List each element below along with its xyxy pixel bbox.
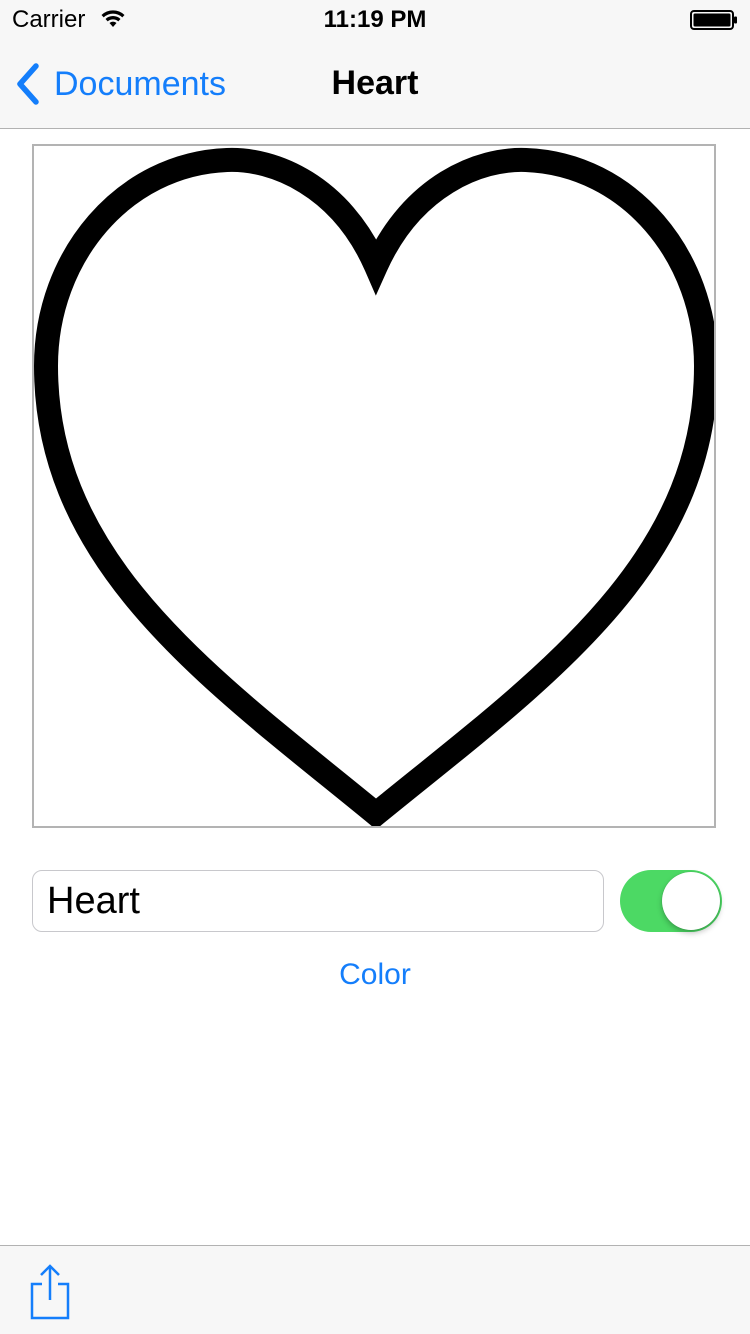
status-bar: Carrier 11:19 PM xyxy=(0,0,750,40)
shape-canvas[interactable] xyxy=(32,144,716,828)
battery-icon xyxy=(690,10,737,30)
color-button[interactable]: Color xyxy=(0,958,750,992)
share-icon[interactable] xyxy=(28,1264,72,1320)
page-title: Heart xyxy=(331,64,419,102)
bottom-toolbar xyxy=(0,1245,750,1334)
navigation-bar: Documents Heart xyxy=(0,40,750,129)
clock: 11:19 PM xyxy=(323,6,427,33)
shape-name-field[interactable] xyxy=(32,870,604,932)
screen: Carrier 11:19 PM Documents Heart Heart C… xyxy=(0,0,750,1334)
heart-outline xyxy=(34,147,714,826)
heart-icon xyxy=(34,147,714,826)
visibility-toggle[interactable] xyxy=(620,870,722,932)
toggle-knob xyxy=(662,872,720,930)
